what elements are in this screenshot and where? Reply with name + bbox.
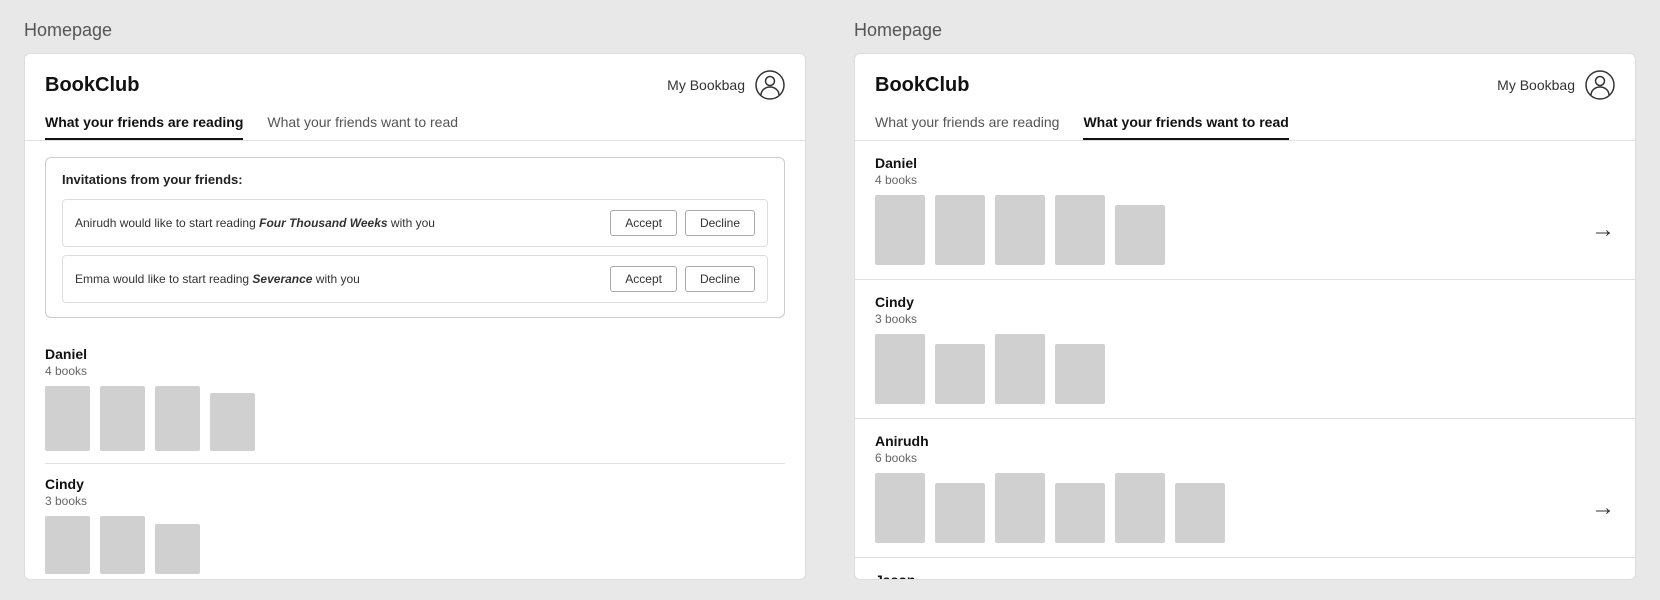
book-thumb — [995, 334, 1045, 404]
right-friend-section-jason: Jason 4 books — [855, 558, 1635, 579]
book-thumb — [995, 195, 1045, 265]
right-books-row-cindy — [875, 334, 1615, 404]
book-thumb — [1115, 205, 1165, 265]
book-thumb — [1055, 344, 1105, 404]
left-my-bookbag: My Bookbag — [667, 77, 745, 93]
friend-section-cindy: Cindy 3 books — [45, 464, 785, 579]
daniel-arrow-button[interactable]: → — [1591, 216, 1615, 244]
right-tabs: What your friends are reading What your … — [855, 100, 1635, 140]
right-friend-section-cindy: Cindy 3 books — [855, 280, 1635, 419]
book-thumb — [100, 386, 145, 451]
book-thumb — [875, 195, 925, 265]
friend-count-cindy: 3 books — [45, 494, 785, 508]
left-header: BookClub My Bookbag — [25, 54, 805, 100]
books-row-daniel — [45, 386, 785, 451]
invitation-row-1: Emma would like to start reading Severan… — [62, 255, 768, 303]
book-thumb — [155, 386, 200, 451]
left-app-card: BookClub My Bookbag What your friends ar… — [24, 53, 806, 580]
book-thumb — [935, 195, 985, 265]
right-tab-want[interactable]: What your friends want to read — [1083, 114, 1288, 140]
invitation-actions-1: Accept Decline — [610, 266, 755, 292]
accept-button-1[interactable]: Accept — [610, 266, 677, 292]
book-thumb — [935, 483, 985, 543]
right-friend-name-jason: Jason — [875, 572, 1615, 579]
right-user-icon[interactable] — [1585, 70, 1615, 100]
book-thumb — [875, 473, 925, 543]
right-app-card: BookClub My Bookbag What your friends ar… — [854, 53, 1636, 580]
book-thumb — [155, 524, 200, 574]
anirudh-arrow-button[interactable]: → — [1591, 494, 1615, 522]
invitations-title: Invitations from your friends: — [62, 172, 768, 187]
friend-section-daniel: Daniel 4 books — [45, 334, 785, 464]
left-tab-reading[interactable]: What your friends are reading — [45, 114, 243, 140]
book-thumb — [100, 516, 145, 574]
book-thumb — [45, 516, 90, 574]
invitation-row-0: Anirudh would like to start reading Four… — [62, 199, 768, 247]
left-tab-want[interactable]: What your friends want to read — [267, 114, 458, 140]
right-content: Daniel 4 books → Cindy 3 books — [855, 141, 1635, 579]
invitation-text-0: Anirudh would like to start reading Four… — [75, 216, 435, 230]
book-thumb — [935, 344, 985, 404]
friend-name-daniel: Daniel — [45, 346, 785, 362]
left-tabs: What your friends are reading What your … — [25, 100, 805, 140]
book-thumb — [45, 386, 90, 451]
decline-button-1[interactable]: Decline — [685, 266, 755, 292]
right-header: BookClub My Bookbag — [855, 54, 1635, 100]
right-books-row-anirudh: → — [875, 473, 1615, 543]
book-thumb — [1115, 473, 1165, 543]
invitation-text-1: Emma would like to start reading Severan… — [75, 272, 360, 286]
homepage-label-left: Homepage — [24, 20, 806, 41]
right-friend-name-cindy: Cindy — [875, 294, 1615, 310]
left-user-icon[interactable] — [755, 70, 785, 100]
book-thumb — [210, 393, 255, 451]
friend-name-cindy: Cindy — [45, 476, 785, 492]
books-row-cindy — [45, 516, 785, 574]
left-panel: Homepage BookClub My Bookbag What your f… — [0, 0, 830, 600]
right-panel: Homepage BookClub My Bookbag What your f… — [830, 0, 1660, 600]
right-books-row-daniel: → — [875, 195, 1615, 265]
book-thumb — [995, 473, 1045, 543]
right-my-bookbag: My Bookbag — [1497, 77, 1575, 93]
right-tab-reading[interactable]: What your friends are reading — [875, 114, 1059, 140]
left-app-title: BookClub — [45, 74, 139, 97]
invitation-actions-0: Accept Decline — [610, 210, 755, 236]
right-friend-name-anirudh: Anirudh — [875, 433, 1615, 449]
decline-button-0[interactable]: Decline — [685, 210, 755, 236]
book-thumb — [875, 334, 925, 404]
book-thumb — [1175, 483, 1225, 543]
right-friend-count-cindy: 3 books — [875, 312, 1615, 326]
book-thumb — [1055, 483, 1105, 543]
right-friend-section-daniel: Daniel 4 books → — [855, 141, 1635, 280]
homepage-label-right: Homepage — [854, 20, 1636, 41]
friend-count-daniel: 4 books — [45, 364, 785, 378]
right-friend-section-anirudh: Anirudh 6 books → — [855, 419, 1635, 558]
right-friend-name-daniel: Daniel — [875, 155, 1615, 171]
right-header-right: My Bookbag — [1497, 70, 1615, 100]
book-thumb — [1055, 195, 1105, 265]
left-header-right: My Bookbag — [667, 70, 785, 100]
invitations-box: Invitations from your friends: Anirudh w… — [45, 157, 785, 318]
right-friend-count-daniel: 4 books — [875, 173, 1615, 187]
right-friend-count-anirudh: 6 books — [875, 451, 1615, 465]
accept-button-0[interactable]: Accept — [610, 210, 677, 236]
left-content: Invitations from your friends: Anirudh w… — [25, 141, 805, 579]
right-app-title: BookClub — [875, 74, 969, 97]
